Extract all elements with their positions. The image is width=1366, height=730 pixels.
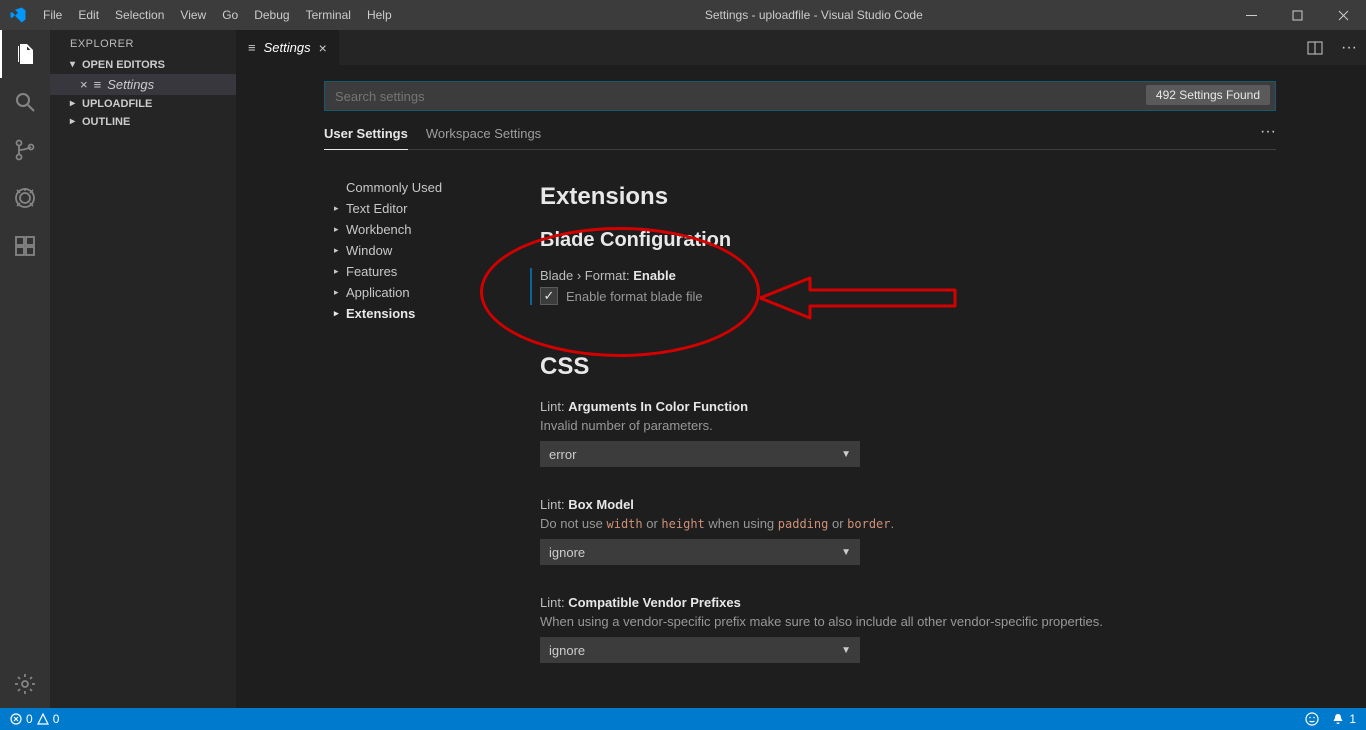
settings-toc: Commonly Used ▸Text Editor ▸Workbench ▸W… [324,167,520,708]
source-control-icon[interactable] [0,126,50,174]
maximize-button[interactable] [1274,0,1320,30]
setting-key: Lint: Arguments In Color Function [540,399,1276,414]
window-title: Settings - uploadfile - Visual Studio Co… [400,8,1228,22]
toc-workbench[interactable]: ▸Workbench [324,219,520,240]
outline-section[interactable]: ▸OUTLINE [50,113,236,131]
menu-terminal[interactable]: Terminal [298,0,359,30]
activity-bar [0,30,50,708]
select-css-lint-box-model[interactable]: ignore▼ [540,539,860,565]
status-bar: 0 0 1 [0,708,1366,730]
settings-list-icon: ≡ [94,77,102,92]
setting-blade-format-enable: Blade › Format: Enable ✓ Enable format b… [530,268,1276,305]
main-menu: File Edit Selection View Go Debug Termin… [35,0,400,30]
chevron-down-icon: ▼ [841,547,851,558]
toc-window[interactable]: ▸Window [324,240,520,261]
setting-css-lint-box-model: Lint: Box Model Do not use width or heig… [540,497,1276,565]
chevron-right-icon: ▸ [334,203,346,214]
menu-selection[interactable]: Selection [107,0,172,30]
setting-key: Lint: Compatible Vendor Prefixes [540,595,1276,610]
open-editor-label: Settings [107,77,154,92]
chevron-right-icon: ▸ [70,98,82,109]
title-bar: File Edit Selection View Go Debug Termin… [0,0,1366,30]
select-css-lint-vendor-prefixes[interactable]: ignore▼ [540,637,860,663]
settings-more-icon[interactable]: ··· [1260,123,1276,149]
menu-debug[interactable]: Debug [246,0,297,30]
settings-body: 492 Settings Found User Settings Workspa… [236,65,1366,708]
setting-description: Enable format blade file [566,289,703,304]
open-editor-settings[interactable]: × ≡ Settings [50,74,236,95]
settings-list-icon: ≡ [248,40,256,55]
heading-blade-configuration: Blade Configuration [540,229,1276,252]
chevron-right-icon: ▸ [70,116,82,127]
toc-commonly-used[interactable]: Commonly Used [324,177,520,198]
open-editors-section[interactable]: ▾OPEN EDITORS [50,56,236,74]
toc-extensions[interactable]: ▸Extensions [324,303,520,324]
results-count-badge: 492 Settings Found [1146,85,1270,105]
close-icon[interactable]: × [80,77,88,92]
chevron-right-icon: ▸ [334,266,346,277]
toc-application[interactable]: ▸Application [324,282,520,303]
setting-key: Blade › Format: Enable [540,268,1276,283]
project-section[interactable]: ▸UPLOADFILE [50,95,236,113]
debug-icon[interactable] [0,174,50,222]
tab-workspace-settings[interactable]: Workspace Settings [426,126,541,149]
menu-file[interactable]: File [35,0,70,30]
editor-area: ≡ Settings × ··· 492 Settings Found User… [236,30,1366,708]
menu-view[interactable]: View [172,0,214,30]
setting-css-lint-vendor-prefixes: Lint: Compatible Vendor Prefixes When us… [540,595,1276,663]
status-feedback-icon[interactable] [1305,712,1319,726]
more-actions-icon[interactable]: ··· [1332,30,1366,65]
tab-user-settings[interactable]: User Settings [324,126,408,150]
menu-edit[interactable]: Edit [70,0,107,30]
settings-scope-tabs: User Settings Workspace Settings ··· [324,123,1276,150]
editor-tabs: ≡ Settings × ··· [236,30,1366,65]
chevron-down-icon: ▾ [70,59,82,70]
files-icon[interactable] [0,30,50,78]
status-problems[interactable]: 0 0 [10,712,59,726]
tab-label: Settings [264,40,311,55]
status-notifications[interactable]: 1 [1331,712,1356,726]
search-icon[interactable] [0,78,50,126]
chevron-right-icon: ▸ [334,245,346,256]
explorer-sidebar: EXPLORER ▾OPEN EDITORS × ≡ Settings ▸UPL… [50,30,236,708]
setting-key: Lint: Box Model [540,497,1276,512]
setting-description: Invalid number of parameters. [540,418,1276,433]
split-editor-icon[interactable] [1298,30,1332,65]
settings-content[interactable]: Extensions Blade Configuration Blade › F… [520,167,1276,708]
tab-settings[interactable]: ≡ Settings × [236,30,340,65]
close-tab-icon[interactable]: × [319,40,327,56]
gear-icon[interactable] [0,660,50,708]
setting-description: Do not use width or height when using pa… [540,516,1276,531]
setting-description: When using a vendor-specific prefix make… [540,614,1276,629]
chevron-down-icon: ▼ [841,449,851,460]
chevron-down-icon: ▼ [841,645,851,656]
window-controls [1228,0,1366,30]
toc-features[interactable]: ▸Features [324,261,520,282]
chevron-right-icon: ▸ [334,287,346,298]
settings-search-input[interactable] [324,81,1276,111]
app-logo-icon [0,6,35,24]
select-css-lint-arguments[interactable]: error▼ [540,441,860,467]
setting-css-lint-arguments: Lint: Arguments In Color Function Invali… [540,399,1276,467]
heading-extensions: Extensions [540,183,1276,211]
minimize-button[interactable] [1228,0,1274,30]
close-button[interactable] [1320,0,1366,30]
toc-text-editor[interactable]: ▸Text Editor [324,198,520,219]
search-wrap: 492 Settings Found [324,81,1276,111]
heading-css: CSS [540,353,1276,381]
menu-help[interactable]: Help [359,0,400,30]
menu-go[interactable]: Go [214,0,246,30]
checkbox-blade-format-enable[interactable]: ✓ [540,287,558,305]
chevron-right-icon: ▸ [334,308,346,319]
sidebar-header: EXPLORER [50,30,236,56]
extensions-icon[interactable] [0,222,50,270]
chevron-right-icon: ▸ [334,224,346,235]
